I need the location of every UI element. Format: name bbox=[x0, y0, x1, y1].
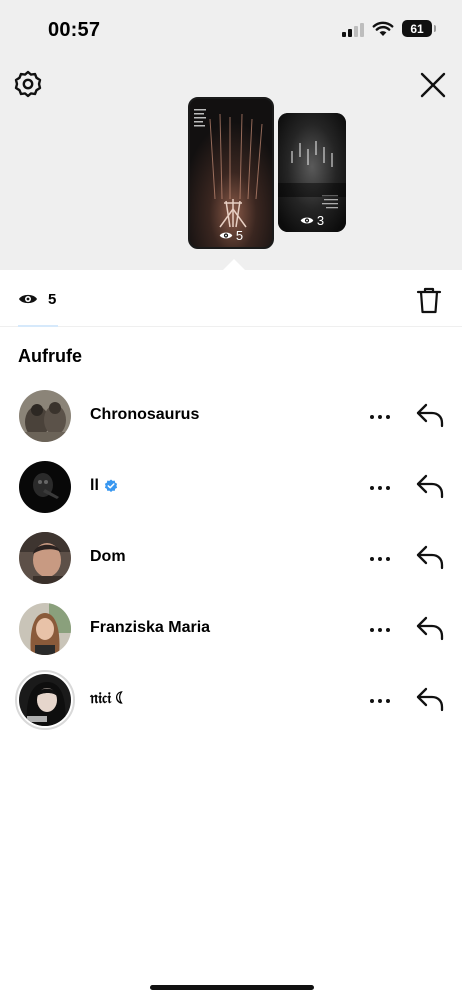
eye-icon bbox=[19, 294, 37, 304]
battery-level: 61 bbox=[410, 21, 424, 36]
viewer-name-text: 𝔫𝔦𝔠𝔦 ☾ bbox=[90, 690, 127, 707]
viewer-name-text: ll bbox=[90, 477, 99, 494]
viewer-name[interactable]: Dom bbox=[90, 548, 126, 566]
avatar[interactable] bbox=[19, 603, 71, 655]
story-thumbnail[interactable]: 3 bbox=[278, 113, 346, 232]
thumbnail-views: 3 bbox=[278, 213, 346, 228]
reply-icon[interactable] bbox=[416, 615, 444, 641]
wifi-icon bbox=[372, 21, 394, 36]
section-title: Aufrufe bbox=[18, 346, 82, 366]
viewer-row[interactable]: 𝔫𝔦𝔠𝔦 ☾ bbox=[0, 670, 462, 730]
viewer-name[interactable]: 𝔫𝔦𝔠𝔦 ☾ bbox=[90, 690, 127, 708]
eye-icon bbox=[300, 217, 314, 224]
avatar[interactable] bbox=[15, 670, 75, 730]
thumbnail-views: 5 bbox=[190, 228, 272, 243]
reply-icon[interactable] bbox=[416, 686, 444, 712]
viewer-row[interactable]: Chronosaurus bbox=[0, 386, 462, 446]
trash-icon[interactable] bbox=[416, 286, 442, 314]
avatar[interactable] bbox=[19, 532, 71, 584]
more-icon[interactable] bbox=[370, 691, 390, 711]
reply-icon[interactable] bbox=[416, 544, 444, 570]
views-tab-row: 5 bbox=[0, 271, 462, 327]
signal-icon bbox=[342, 21, 364, 37]
concert-image bbox=[190, 99, 272, 247]
thumbnail-view-count: 3 bbox=[316, 213, 325, 228]
views-tab-indicator bbox=[18, 325, 58, 327]
viewer-row[interactable]: ll bbox=[0, 457, 462, 517]
more-icon[interactable] bbox=[370, 620, 390, 640]
more-icon[interactable] bbox=[370, 549, 390, 569]
battery-icon: 61 bbox=[402, 20, 436, 37]
thumbnail-view-count: 5 bbox=[235, 228, 244, 243]
avatar[interactable] bbox=[19, 461, 71, 513]
viewer-name-text: Chronosaurus bbox=[90, 406, 200, 423]
viewer-name[interactable]: Franziska Maria bbox=[90, 619, 210, 637]
more-icon[interactable] bbox=[370, 478, 390, 498]
views-count[interactable]: 5 bbox=[48, 291, 56, 308]
story-thumbnail-selected[interactable]: 5 bbox=[188, 97, 274, 249]
viewer-row[interactable]: Dom bbox=[0, 528, 462, 588]
reply-icon[interactable] bbox=[416, 402, 444, 428]
viewer-name-text: Franziska Maria bbox=[90, 619, 211, 636]
more-icon[interactable] bbox=[370, 407, 390, 427]
viewer-name[interactable]: Chronosaurus bbox=[90, 406, 199, 424]
reply-icon[interactable] bbox=[416, 473, 444, 499]
status-time: 00:57 bbox=[48, 19, 101, 41]
close-icon[interactable] bbox=[420, 72, 446, 98]
gear-icon[interactable] bbox=[14, 70, 42, 98]
viewer-row[interactable]: Franziska Maria bbox=[0, 599, 462, 659]
viewer-name[interactable]: ll bbox=[90, 477, 118, 495]
status-icons: 61 bbox=[342, 20, 436, 37]
home-indicator[interactable] bbox=[150, 985, 314, 990]
eye-icon bbox=[219, 232, 233, 239]
selection-pointer bbox=[222, 259, 246, 271]
verified-icon bbox=[104, 479, 117, 492]
avatar[interactable] bbox=[19, 390, 71, 442]
viewer-name-text: Dom bbox=[90, 548, 126, 565]
